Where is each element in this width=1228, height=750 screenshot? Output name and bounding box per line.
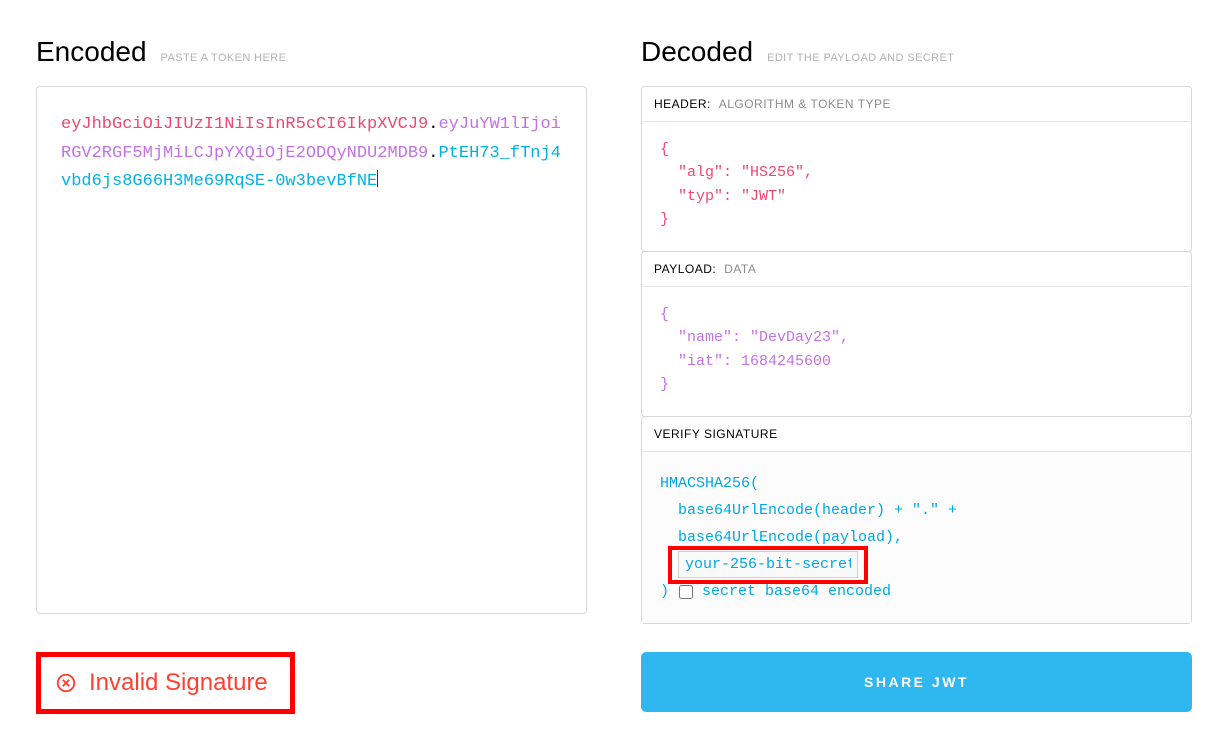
token-dot-1: . [428,115,438,134]
decoded-header-label: HEADER: ALGORITHM & TOKEN TYPE [642,87,1191,122]
sig-line-2: base64UrlEncode(header) + "." + [660,497,1173,524]
decoded-signature-panel: VERIFY SIGNATURE HMACSHA256( base64UrlEn… [641,416,1192,624]
decoded-payload-panel: PAYLOAD: DATA { "name": "DevDay23", "iat… [641,251,1192,417]
decoded-subtitle: EDIT THE PAYLOAD AND SECRET [767,52,954,64]
decoded-signature-label: VERIFY SIGNATURE [642,417,1191,452]
encoded-column: Encoded PASTE A TOKEN HERE eyJhbGciOiJIU… [36,36,587,624]
sig-line-1: HMACSHA256( [660,470,1173,497]
encoded-title: Encoded [36,36,147,68]
decoded-payload-label: PAYLOAD: DATA [642,252,1191,287]
sig-close-paren: ) [660,578,669,605]
decoded-title: Decoded [641,36,753,68]
decoded-column: Decoded EDIT THE PAYLOAD AND SECRET HEAD… [641,36,1192,624]
decoded-title-row: Decoded EDIT THE PAYLOAD AND SECRET [641,36,1192,68]
error-circle-icon [55,672,77,694]
decoded-header-panel: HEADER: ALGORITHM & TOKEN TYPE { "alg": … [641,86,1192,252]
text-cursor-icon [377,170,378,187]
secret-base64-label: secret base64 encoded [702,578,891,605]
signature-formula: HMACSHA256( base64UrlEncode(header) + ".… [642,452,1191,623]
signature-status-text: Invalid Signature [89,669,268,697]
decoded-header-label-prefix: HEADER: [654,97,711,111]
decoded-header-label-grey: ALGORITHM & TOKEN TYPE [719,97,891,111]
decoded-header-content[interactable]: { "alg": "HS256", "typ": "JWT" } [642,122,1191,251]
encoded-title-row: Encoded PASTE A TOKEN HERE [36,36,587,68]
decoded-payload-label-prefix: PAYLOAD: [654,262,716,276]
secret-base64-checkbox[interactable] [679,585,693,599]
sig-line-3: base64UrlEncode(payload), [660,524,1173,551]
share-jwt-button[interactable]: SHARE JWT [641,652,1192,712]
decoded-payload-content[interactable]: { "name": "DevDay23", "iat": 1684245600 … [642,287,1191,416]
token-header-segment: eyJhbGciOiJIUzI1NiIsInR5cCI6IkpXVCJ9 [61,115,428,134]
encoded-subtitle: PASTE A TOKEN HERE [161,52,287,64]
decoded-payload-label-grey: DATA [724,262,756,276]
token-dot-2: . [428,144,438,163]
secret-input[interactable] [678,551,858,578]
encoded-token-input[interactable]: eyJhbGciOiJIUzI1NiIsInR5cCI6IkpXVCJ9.eyJ… [36,86,587,614]
signature-status: Invalid Signature [36,652,295,714]
